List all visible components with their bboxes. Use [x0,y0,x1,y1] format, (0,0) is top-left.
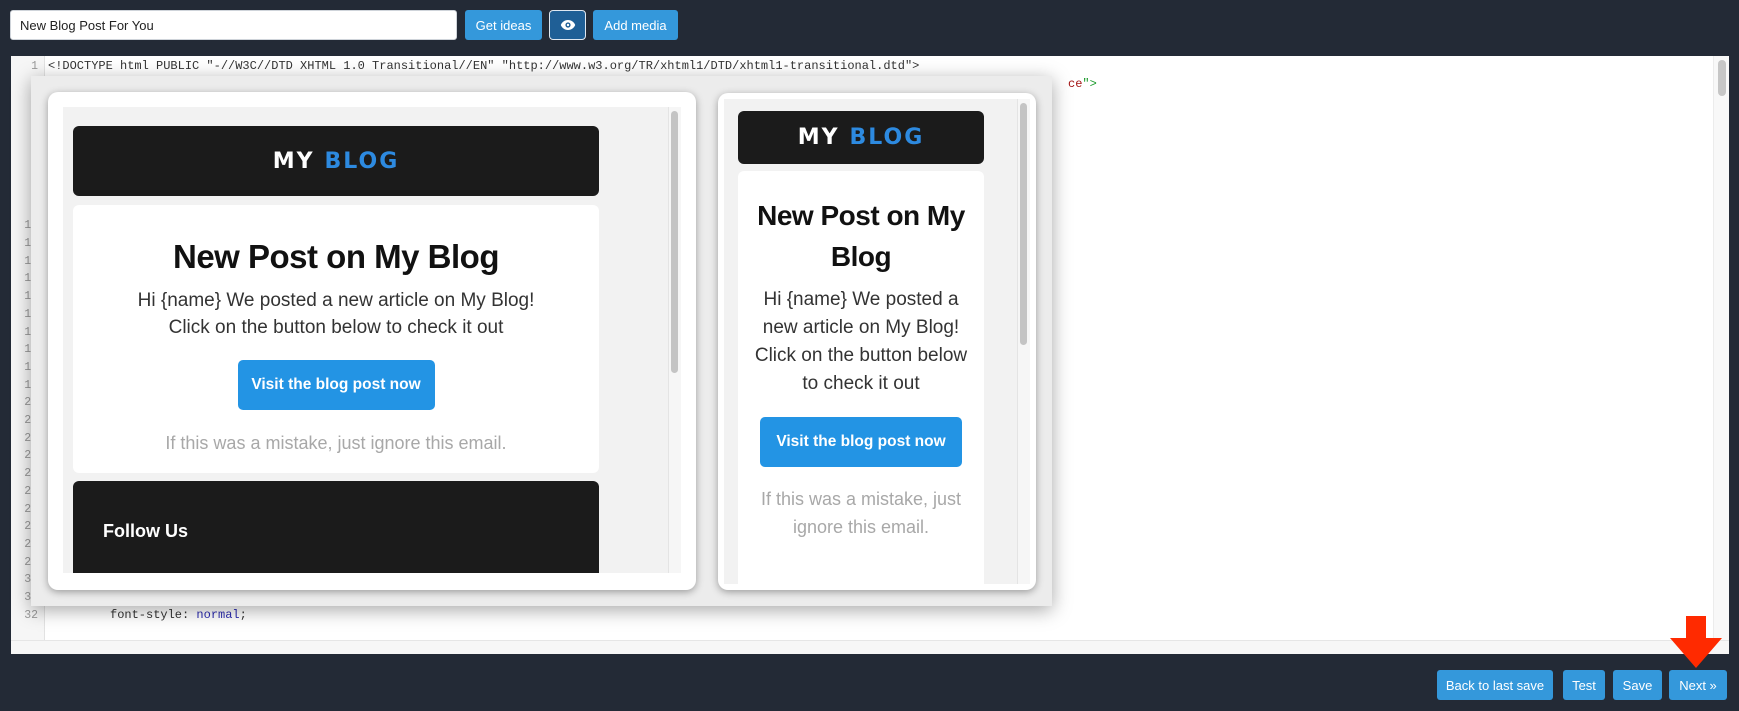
ignore-note: If this was a mistake, just ignore this … [165,433,507,453]
add-media-button[interactable]: Add media [593,10,678,40]
line-number: 1 [31,60,38,73]
ignore-note: If this was a mistake, just ignore this … [760,489,962,537]
visit-blog-post-button[interactable]: Visit the blog post now [760,417,962,467]
desktop-preview: MY BLOG New Post on My Blog Hi {name} We… [48,92,696,590]
email-header: MY BLOG [738,111,984,164]
email-header: MY BLOG [73,126,599,196]
logo-text-my: MY [797,125,840,150]
desktop-preview-scrollbar[interactable] [668,107,681,573]
desktop-preview-scroll-thumb[interactable] [671,111,678,373]
code-tag-token: "> [1082,76,1097,91]
mobile-preview-scrollbar[interactable] [1017,99,1030,584]
line-number: 32 [24,608,38,622]
email-title: New Post on My Blog [757,200,965,272]
code-line[interactable]: font-style: normal; [110,607,247,625]
editor-scroll-thumb[interactable] [1718,60,1726,96]
eye-icon [560,20,575,30]
back-to-last-save-button[interactable]: Back to last save [1437,670,1553,700]
get-ideas-button[interactable]: Get ideas [465,10,542,40]
editor-horizontal-scrollbar[interactable] [11,640,1729,654]
logo-text-blog: BLOG [324,148,400,174]
css-value: normal [196,607,240,622]
css-terminator: ; [239,607,247,622]
mobile-preview-scroll-thumb[interactable] [1020,103,1027,345]
test-button[interactable]: Test [1563,670,1605,700]
email-footer: Follow Us [73,481,599,573]
subject-input[interactable] [10,10,457,40]
email-body: New Post on My Blog Hi {name} We posted … [73,205,599,473]
email-intro-text: Hi {name} We posted a new article on My … [754,289,968,394]
save-button[interactable]: Save [1613,670,1662,700]
logo-text-my: MY [272,148,315,174]
email-intro-text: Hi {name} We posted a new article on My … [137,290,535,338]
code-text: <!DOCTYPE html PUBLIC "-//W3C//DTD XHTML… [48,59,920,73]
email-preview-overlay: MY BLOG New Post on My Blog Hi {name} We… [31,76,1052,606]
email-title: New Post on My Blog [172,238,500,275]
code-line[interactable]: <!DOCTYPE html PUBLIC "-//W3C//DTD XHTML… [48,58,919,76]
code-line[interactable]: ce"> [1068,76,1097,94]
desktop-preview-viewport[interactable]: MY BLOG New Post on My Blog Hi {name} We… [63,107,681,573]
visit-blog-post-button[interactable]: Visit the blog post now [237,360,435,410]
follow-us-heading: Follow Us [103,521,188,541]
preview-toggle-button[interactable] [549,10,586,40]
mobile-preview-viewport[interactable]: MY BLOG New Post on My Blog Hi {name} We… [724,99,1030,584]
email-body: New Post on My Blog Hi {name} We posted … [738,171,984,584]
logo-text-blog: BLOG [849,125,925,150]
editor-vertical-scrollbar[interactable] [1713,56,1729,640]
next-button[interactable]: Next » [1669,670,1727,700]
code-string-token: ce [1068,76,1083,91]
mobile-preview: MY BLOG New Post on My Blog Hi {name} We… [718,93,1036,590]
down-arrow-hint-icon [1670,616,1722,668]
css-property: font-style: [110,607,197,622]
